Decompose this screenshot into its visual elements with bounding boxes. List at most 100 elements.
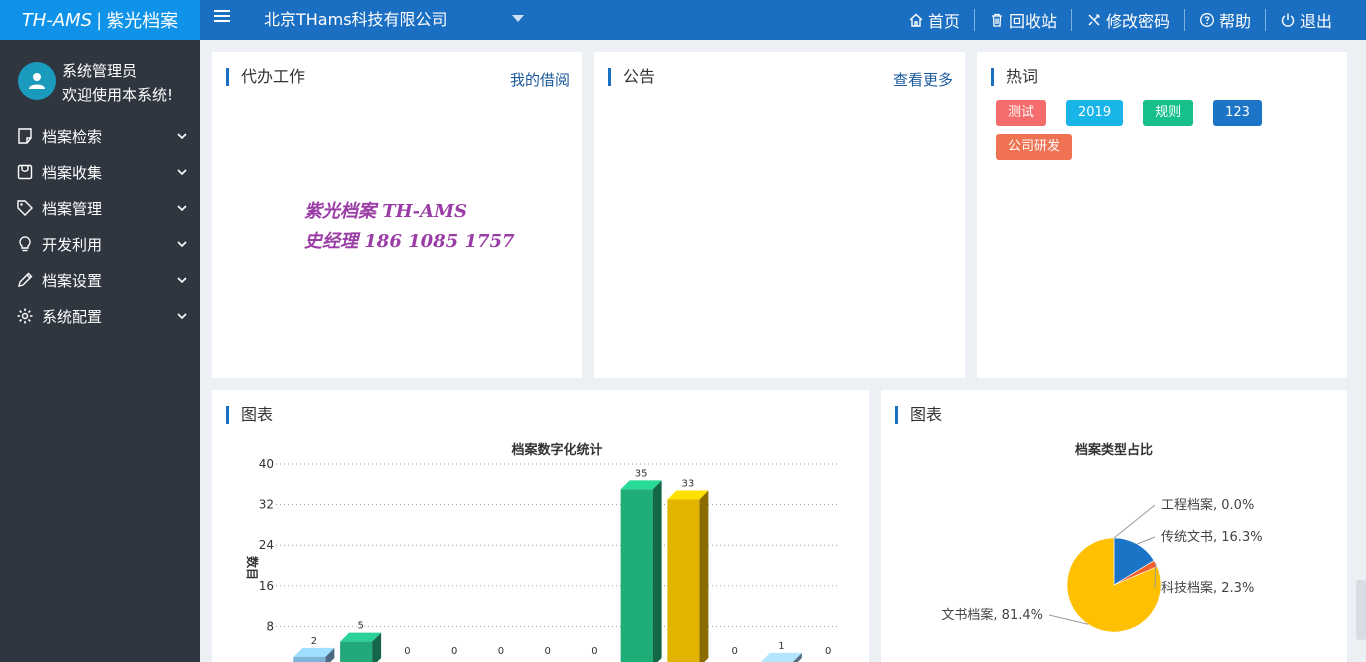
bar-data-label: 2	[311, 636, 317, 647]
note-icon	[18, 128, 32, 144]
my-borrow-link[interactable]: 我的借阅	[510, 69, 570, 90]
bar-chart-tick-label: 8	[266, 619, 274, 633]
bar-data-label: 0	[731, 646, 737, 657]
top-nav: 首页 回收站 修改密码 帮助 退出	[894, 0, 1346, 40]
pie-data-label: 工程档案, 0.0%	[1161, 498, 1254, 513]
sidebar-item-archive-collect[interactable]: 档案收集	[0, 154, 200, 190]
chevron-down-icon	[177, 241, 187, 248]
sidebar-item-label: 档案管理	[42, 199, 103, 218]
sidebar-item-develop-use[interactable]: 开发利用	[0, 226, 200, 262]
user-name: 系统管理员	[62, 62, 138, 80]
welcome-text: 欢迎使用本系统!	[62, 86, 174, 104]
bar-chart-panel: 图表 档案数字化统计 数目 081624324025000003533010	[212, 390, 869, 662]
tag-icon	[17, 200, 33, 216]
bar	[293, 656, 326, 662]
nav-home-label: 首页	[927, 12, 960, 31]
hotword-tag[interactable]: 123	[1213, 100, 1262, 126]
notice-title: 公告	[608, 68, 655, 86]
chevron-down-icon	[177, 169, 187, 176]
bar-side	[652, 480, 662, 662]
bulb-icon	[19, 236, 31, 252]
bar-chart-tick-label: 32	[259, 498, 274, 512]
logo-cn: 紫光档案	[106, 11, 179, 32]
pie-data-label: 科技档案, 2.3%	[1161, 581, 1254, 596]
nav-password-label: 修改密码	[1105, 12, 1170, 31]
bar	[667, 499, 700, 662]
app-logo[interactable]: TH-AMS | 紫光档案	[0, 0, 200, 40]
hotword-tag[interactable]: 2019	[1066, 100, 1124, 126]
power-icon	[1281, 13, 1295, 27]
todo-panel: 代办工作 我的借阅 紫光档案 TH-AMS 史经理 186 1085 1757	[212, 52, 582, 378]
bag-icon	[17, 164, 33, 180]
watermark-line-1: 紫光档案 TH-AMS	[304, 201, 468, 222]
sidebar: 系统管理员 欢迎使用本系统! 档案检索 档案收集 档案管理 开发利用 档案设置	[0, 40, 200, 662]
pie-data-label: 传统文书, 16.3%	[1161, 530, 1263, 545]
pie-chart: 工程档案, 0.0% 传统文书, 16.3% 科技档案, 2.3% 文书档案, 81.…	[941, 498, 1263, 633]
help-icon	[1200, 13, 1214, 27]
bar-data-label: 33	[682, 479, 695, 490]
bar-chart-tick-label: 24	[259, 538, 274, 552]
bar-data-label: 0	[498, 646, 504, 657]
bar-data-label: 1	[778, 641, 784, 652]
top-header: TH-AMS | 紫光档案 北京THams科技有限公司 首页 回收站 修改密码 …	[0, 0, 1366, 40]
todo-title: 代办工作	[226, 68, 305, 86]
pie-leader-line	[1136, 536, 1156, 545]
chevron-down-icon	[177, 133, 187, 140]
sidebar-item-label: 档案检索	[42, 127, 103, 146]
user-info: 系统管理员 欢迎使用本系统!	[18, 60, 198, 110]
nav-logout-button[interactable]: 退出	[1264, 9, 1346, 31]
sidebar-item-label: 系统配置	[42, 307, 103, 326]
nav-password-button[interactable]: 修改密码	[1070, 9, 1184, 31]
home-icon	[909, 13, 923, 27]
hotword-tag[interactable]: 测试	[996, 100, 1047, 126]
trash-icon	[991, 13, 1002, 27]
caret-down-icon[interactable]	[512, 15, 524, 22]
pie-data-label: 文书档案, 81.4%	[941, 608, 1043, 623]
page-scrollbar[interactable]	[1356, 580, 1366, 640]
hotword-tag[interactable]: 规则	[1143, 100, 1194, 126]
bar-data-label: 35	[635, 468, 648, 479]
bar-data-label: 0	[825, 646, 831, 657]
chevron-down-icon	[177, 277, 187, 284]
sidebar-item-archive-search[interactable]: 档案检索	[0, 118, 200, 154]
sidebar-item-label: 开发利用	[42, 235, 103, 254]
avatar[interactable]	[18, 62, 56, 100]
hotwords-panel: 热词 测试 2019 规则 123 公司研发	[977, 52, 1347, 378]
sidebar-nav: 档案检索 档案收集 档案管理 开发利用 档案设置 系统配置	[0, 118, 200, 334]
watermark-line-2: 史经理 186 1085 1757	[304, 231, 515, 252]
bar-chart-tick-label: 16	[259, 579, 274, 593]
nav-help-label: 帮助	[1218, 12, 1251, 31]
notice-panel: 公告 查看更多	[594, 52, 965, 378]
sidebar-item-archive-manage[interactable]: 档案管理	[0, 190, 200, 226]
sidebar-item-archive-settings[interactable]: 档案设置	[0, 262, 200, 298]
bar-chart-tick-label: 40	[259, 457, 274, 471]
bar	[620, 489, 653, 662]
sidebar-item-label: 档案设置	[42, 271, 103, 290]
nav-recycle-label: 回收站	[1008, 12, 1057, 31]
bar-data-label: 0	[544, 646, 550, 657]
logo-en: TH-AMS	[21, 9, 93, 31]
pencil-icon	[18, 272, 33, 287]
nav-logout-label: 退出	[1299, 12, 1332, 31]
gear-icon	[17, 308, 33, 324]
hotword-tag[interactable]: 公司研发	[996, 134, 1073, 160]
chevron-down-icon	[177, 313, 187, 320]
bar-chart: 数目 081624324025000003533010	[245, 457, 837, 662]
bar-side	[699, 490, 709, 662]
nav-recycle-button[interactable]: 回收站	[973, 9, 1071, 31]
user-icon	[29, 73, 45, 89]
bar-data-label: 0	[404, 646, 410, 657]
view-more-link[interactable]: 查看更多	[893, 69, 953, 90]
hotword-tags: 测试 2019 规则 123 公司研发	[996, 100, 1346, 168]
nav-home-button[interactable]: 首页	[894, 9, 974, 31]
bar	[340, 641, 373, 662]
sidebar-item-system-config[interactable]: 系统配置	[0, 298, 200, 334]
menu-toggle-icon[interactable]	[214, 10, 230, 24]
logo-separator: |	[96, 9, 103, 31]
nav-help-button[interactable]: 帮助	[1183, 9, 1265, 31]
bar-data-label: 0	[451, 646, 457, 657]
bar-data-label: 5	[357, 621, 363, 632]
company-selector[interactable]: 北京THams科技有限公司	[264, 0, 448, 40]
watermark: 紫光档案 TH-AMS 史经理 186 1085 1757	[304, 197, 515, 257]
sidebar-item-label: 档案收集	[42, 163, 103, 182]
